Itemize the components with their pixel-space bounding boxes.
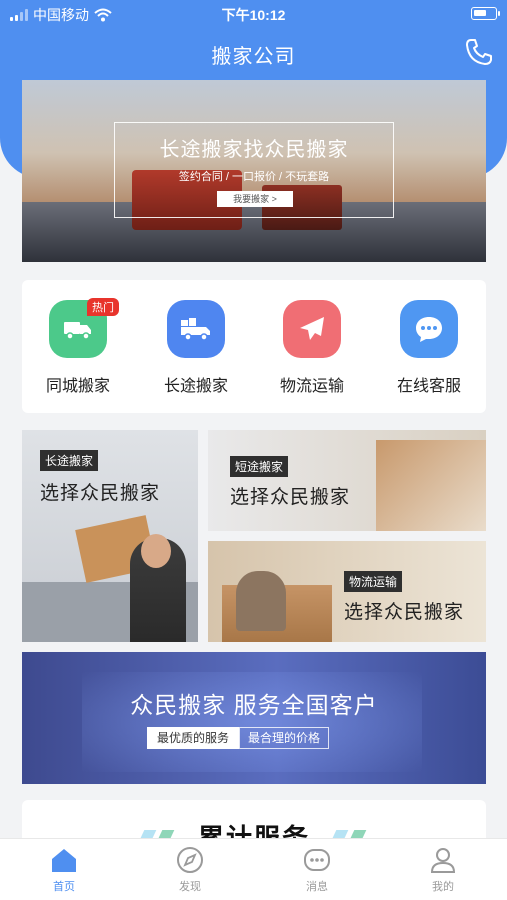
user-icon [430,848,456,873]
compass-icon [177,847,203,873]
tile-caption: 选择众民搬家 [344,602,465,623]
service-item-local-move[interactable]: 热门 同城搬家 [28,298,128,396]
delivery-truck-icon [167,300,225,358]
service-label: 在线客服 [396,378,461,395]
tab-bar: 首页 发现 消息 我的 [0,838,507,900]
logistics-tile[interactable]: 物流运输 选择众民搬家 [208,541,486,642]
battery-icon [471,7,500,20]
airplane-icon [283,300,341,358]
short-distance-tile[interactable]: 短途搬家 选择众民搬家 [208,430,486,531]
service-grid: 热门 同城搬家 长途搬家 物流运输 在线客服 [22,280,486,413]
service-item-customer-service[interactable]: 在线客服 [379,300,479,396]
worker-image [236,571,286,631]
tab-profile[interactable]: 我的 [403,845,483,894]
tab-label: 首页 [53,881,75,893]
promo-pill-service: 最优质的服务 [147,727,240,749]
service-label: 长途搬家 [163,378,228,395]
tab-home[interactable]: 首页 [24,845,104,894]
phone-button[interactable] [463,36,495,68]
long-distance-tile[interactable]: 长途搬家 选择众民搬家 [22,430,198,642]
tile-tag: 短途搬家 [230,456,289,477]
tile-caption: 选择众民搬家 [40,483,161,504]
service-label: 物流运输 [279,378,344,395]
tile-tag: 物流运输 [344,571,403,592]
banner-title: 长途搬家找众民搬家 [159,139,349,161]
tab-discover[interactable]: 发现 [150,845,230,894]
home-icon [52,849,76,872]
mover-face [141,534,171,568]
hero-banner[interactable]: 长途搬家找众民搬家 签约合同 / 一口报价 / 不玩套路 我要搬家 > [22,80,486,262]
promo-pill-price: 最合理的价格 [239,727,330,749]
tab-label: 我的 [432,881,454,893]
move-now-button[interactable]: 我要搬家 > [217,191,293,207]
message-icon [304,849,330,871]
promo-title: 众民搬家 服务全国客户 [130,692,378,718]
clock: 下午10:12 [221,7,286,23]
tab-label: 发现 [179,881,201,893]
hot-badge: 热门 [87,298,119,316]
banner-subtitle: 签约合同 / 一口报价 / 不玩套路 [178,171,330,183]
chat-bubble-icon [400,300,458,358]
truck-icon: 热门 [49,298,119,358]
tile-tag: 长途搬家 [40,450,99,471]
page-title: 搬家公司 [211,46,296,68]
service-item-logistics[interactable]: 物流运输 [262,300,362,396]
tile-caption: 选择众民搬家 [230,487,351,508]
tab-messages[interactable]: 消息 [277,845,357,894]
service-item-long-distance[interactable]: 长途搬家 [146,300,246,396]
phone-icon [466,39,492,65]
promo-banner[interactable]: 众民搬家 服务全国客户 最优质的服务 最合理的价格 [22,652,486,784]
status-bar: 中国移动 下午10:12 [0,0,507,28]
service-label: 同城搬家 [45,378,110,395]
tab-label: 消息 [306,881,328,893]
banner-frame: 长途搬家找众民搬家 签约合同 / 一口报价 / 不玩套路 我要搬家 > [114,122,394,218]
promo-pills: 最优质的服务 最合理的价格 [147,727,330,749]
stairs-image [376,440,486,531]
